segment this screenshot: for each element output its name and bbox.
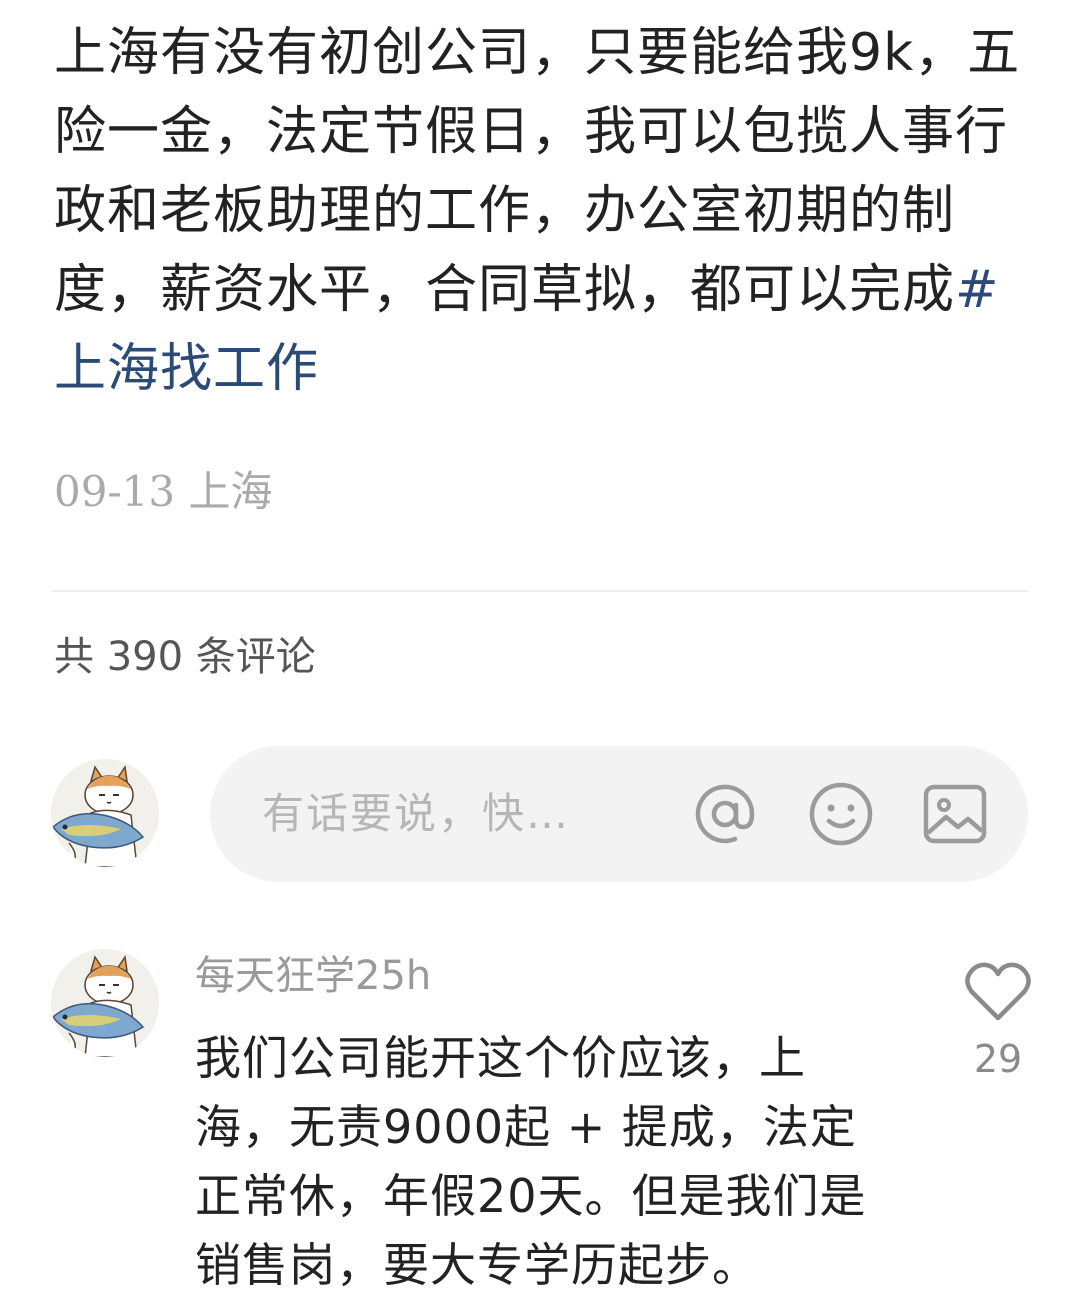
comment-time: 25h — [355, 953, 432, 999]
avatar[interactable] — [51, 759, 159, 867]
emoji-icon[interactable] — [806, 779, 876, 849]
post-text: 上海有没有初创公司，只要能给我9k，五险一金，法定节假日，我可以包揽人事行政和老… — [54, 23, 1021, 320]
post-date: 09-13 — [54, 467, 176, 516]
post-meta: 09-13 上海 — [54, 466, 272, 518]
comment-text: 我们公司能开这个价应该，上海，无责9000起 + 提成，法定正常休，年假20天。… — [195, 1031, 867, 1292]
image-icon[interactable] — [920, 779, 990, 849]
comment-count: 共 390 条评论 — [54, 634, 316, 680]
like-count: 29 — [973, 1037, 1023, 1081]
avatar[interactable] — [51, 949, 159, 1057]
like-button[interactable]: 29 — [960, 962, 1036, 1082]
post-body: 上海有没有初创公司，只要能给我9k，五险一金，法定节假日，我可以包揽人事行政和老… — [54, 14, 1029, 409]
post-location: 上海 — [188, 467, 273, 516]
comment-input-placeholder: 有话要说，快… — [262, 789, 571, 838]
divider — [52, 590, 1028, 592]
comment-author-line: 每天狂学25h — [195, 950, 431, 1002]
heart-icon[interactable] — [964, 962, 1032, 1022]
comment-author-name[interactable]: 每天狂学 — [195, 953, 355, 999]
comment-input[interactable]: 有话要说，快… — [210, 746, 1028, 882]
at-icon[interactable] — [690, 779, 760, 849]
